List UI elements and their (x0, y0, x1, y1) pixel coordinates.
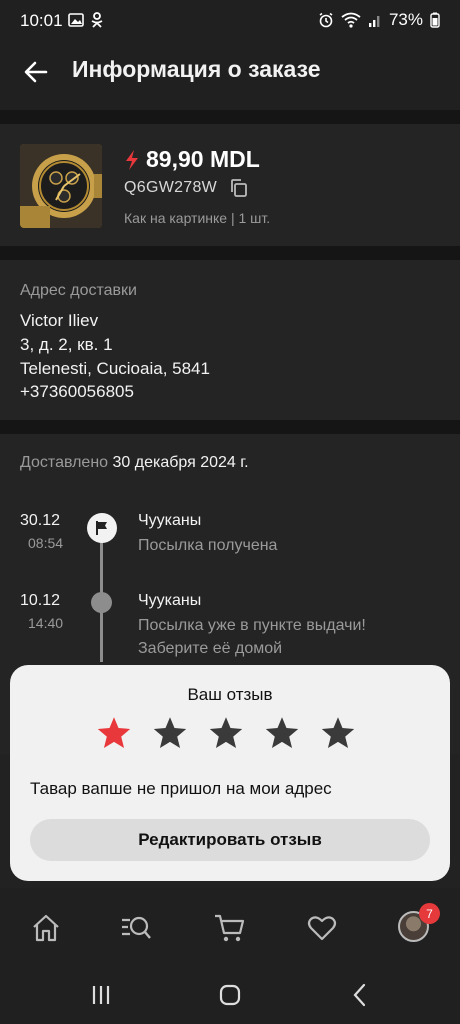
catalog-search-icon (122, 916, 151, 939)
nav-cart[interactable] (212, 910, 248, 946)
event-place: Чууканы (138, 512, 202, 529)
app-header: Информация о заказе (0, 42, 460, 110)
sku-row: Q6GW278W (124, 178, 249, 198)
battery-percent: 73% (388, 10, 423, 29)
address-line-1: 3, д. 2, кв. 1 (20, 335, 113, 354)
review-text: Тавар вапше не пришол на мои адрес (30, 779, 332, 798)
wifi-icon (341, 12, 361, 28)
event-status: Посылка уже в пункте выдачи! Заберите её… (138, 617, 366, 657)
flag-icon (87, 513, 117, 543)
odnoklassniki-icon (91, 12, 103, 28)
order-info-screen: 10:01 73% Информация о заказе 89,90 MDL … (0, 0, 460, 1024)
nav-home[interactable] (28, 910, 64, 946)
star-icon[interactable] (96, 715, 132, 751)
chevron-left-icon (353, 983, 366, 1007)
watch-image (20, 144, 102, 228)
battery-icon (430, 12, 440, 28)
home-icon (33, 914, 59, 942)
status-time: 10:01 (20, 11, 63, 30)
review-title: Ваш отзыв (187, 685, 273, 704)
recent-apps-button[interactable] (86, 980, 116, 1010)
event-status: Посылка получена (138, 537, 278, 554)
star-icon[interactable] (208, 715, 244, 751)
system-back-button[interactable] (345, 980, 375, 1010)
event-date: 30.12 (20, 512, 61, 529)
rating-stars (96, 715, 356, 751)
timeline-dot (91, 592, 112, 613)
recipient-name: Victor Iliev (20, 311, 99, 330)
page-title: Информация о заказе (72, 56, 321, 82)
status-bar: 10:01 73% (0, 0, 460, 42)
home-circle-icon (219, 984, 241, 1006)
recipient-phone: +37360056805 (20, 382, 134, 401)
delivery-status: Доставлено 30 декабря 2024 г. (20, 454, 249, 472)
address-label: Адрес доставки (20, 282, 137, 299)
event-time: 08:54 (28, 535, 64, 551)
star-icon[interactable] (320, 715, 356, 751)
notification-badge: 7 (419, 903, 440, 924)
gallery-icon (68, 13, 84, 27)
signal-icon (368, 16, 380, 27)
address-section: Адрес доставки Victor Iliev 3, д. 2, кв.… (0, 260, 460, 420)
product-price: 89,90 MDL (146, 146, 260, 172)
lightning-icon (126, 149, 138, 170)
cart-icon (215, 914, 245, 942)
bottom-navigation: 7 (0, 888, 460, 964)
divider (0, 246, 460, 260)
review-card: Ваш отзыв Тавар вапше не пришол на мои а… (10, 665, 450, 881)
back-button[interactable] (20, 56, 52, 88)
edit-review-button[interactable]: Редактировать отзыв (30, 819, 430, 861)
price-row: 89,90 MDL (124, 146, 260, 173)
arrow-left-icon (24, 61, 48, 83)
divider (0, 420, 460, 434)
divider (0, 110, 460, 124)
system-navigation (0, 964, 460, 1024)
copy-icon (231, 179, 247, 197)
recent-apps-icon (92, 986, 110, 1004)
delivery-label: Доставлено (20, 454, 109, 471)
product-image[interactable] (20, 144, 102, 228)
alarm-icon (319, 12, 333, 28)
copy-button[interactable] (229, 178, 249, 198)
event-date: 10.12 (20, 592, 61, 609)
event-place: Чууканы (138, 592, 202, 609)
nav-wishlist[interactable] (304, 910, 340, 946)
product-variant: Как на картинке | 1 шт. (124, 210, 271, 226)
product-section: 89,90 MDL Q6GW278W Как на картинке | 1 ш… (0, 124, 460, 246)
star-icon[interactable] (152, 715, 188, 751)
address-line-2: Telenesti, Cucioaia, 5841 (20, 359, 210, 378)
event-time: 14:40 (28, 615, 64, 631)
nav-catalog[interactable] (118, 910, 154, 946)
product-sku: Q6GW278W (124, 179, 218, 196)
heart-icon (307, 916, 337, 941)
star-icon[interactable] (264, 715, 300, 751)
delivery-date: 30 декабря 2024 г. (112, 454, 249, 471)
home-button[interactable] (215, 980, 245, 1010)
